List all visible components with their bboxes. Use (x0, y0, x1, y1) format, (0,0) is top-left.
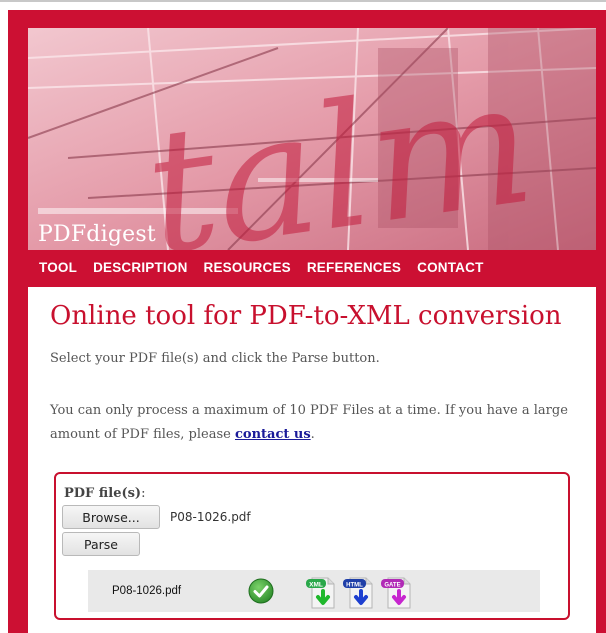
main-nav: TOOL DESCRIPTION RESOURCES REFERENCES CO… (39, 260, 500, 275)
gate-download-icon[interactable]: GATE (380, 574, 416, 610)
result-filename: P08-1026.pdf (112, 585, 182, 597)
file-label-colon: : (141, 486, 146, 501)
top-border (0, 0, 606, 2)
xml-badge-label: XML (309, 581, 323, 588)
limit-text: You can only process a maximum of 10 PDF… (50, 399, 570, 447)
nav-resources[interactable]: RESOURCES (204, 260, 291, 275)
result-row: P08-1026.pdf XML HTML GATE (88, 570, 540, 612)
parse-button[interactable]: Parse (62, 532, 140, 556)
selected-file-name: P08-1026.pdf (170, 510, 251, 524)
nav-contact[interactable]: CONTACT (417, 260, 483, 275)
html-badge-label: HTML (346, 582, 363, 588)
instruction-text: Select your PDF file(s) and click the Pa… (50, 351, 380, 366)
browse-button[interactable]: Browse... (62, 505, 160, 529)
page-title: Online tool for PDF-to-XML conversion (50, 301, 562, 331)
html-download-icon[interactable]: HTML (342, 574, 378, 610)
upload-form: PDF file(s): Browse... P08-1026.pdf Pars… (54, 472, 570, 620)
nav-description[interactable]: DESCRIPTION (93, 260, 187, 275)
check-icon (248, 578, 274, 604)
nav-tool[interactable]: TOOL (39, 260, 77, 275)
xml-download-icon[interactable]: XML (304, 574, 340, 610)
site-title: PDFdigest (38, 222, 156, 247)
limit-text-suffix: . (310, 427, 315, 442)
header-banner: talm (28, 28, 596, 250)
file-label: PDF file(s): (64, 486, 145, 501)
gate-badge-label: GATE (384, 582, 400, 588)
nav-references[interactable]: REFERENCES (307, 260, 401, 275)
file-label-text: PDF file(s) (64, 486, 142, 501)
contact-us-link[interactable]: contact us (235, 427, 311, 442)
main-content: Online tool for PDF-to-XML conversion Se… (28, 287, 596, 633)
